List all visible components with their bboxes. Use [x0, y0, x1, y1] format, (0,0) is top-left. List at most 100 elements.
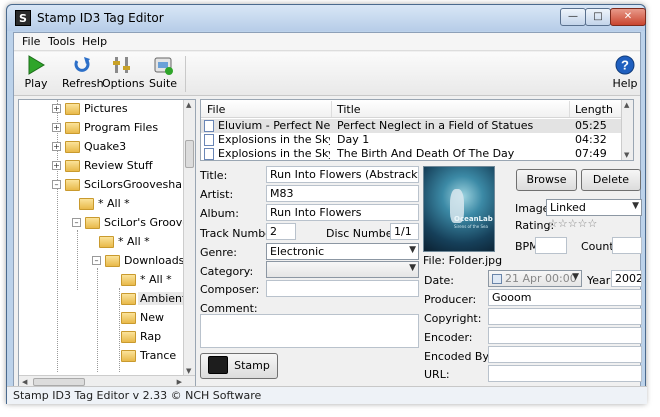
copyright-field[interactable] — [488, 308, 642, 325]
suite-icon — [154, 57, 173, 75]
file-cell: Eluvium - Perfect Neglect... — [218, 119, 330, 132]
menu-tools[interactable]: Tools — [48, 35, 75, 48]
comment-field[interactable] — [200, 314, 419, 348]
help-button[interactable]: ? Help — [612, 54, 638, 94]
maximize-button[interactable]: □ — [585, 8, 611, 26]
stamp-icon — [208, 356, 229, 374]
play-icon — [28, 55, 45, 75]
album-field[interactable]: Run Into Flowers — [266, 204, 419, 221]
options-button[interactable]: Options — [102, 54, 144, 94]
artist-label: Artist: — [200, 188, 234, 201]
help-label: Help — [612, 77, 638, 90]
suite-label: Suite — [148, 77, 178, 90]
column-title[interactable]: Title — [337, 103, 361, 116]
year-label: Year: — [587, 274, 614, 287]
stamp-button[interactable]: Stamp — [200, 353, 278, 379]
date-value: 21 Apr 00:00 — [505, 272, 577, 285]
album-cover-image[interactable]: OceanLab Sirens of the Sea — [423, 166, 495, 252]
date-label: Date: — [424, 274, 454, 287]
genre-dropdown[interactable]: Electronic ▼ — [266, 243, 419, 260]
delete-button[interactable]: Delete — [581, 169, 641, 191]
menu-file[interactable]: File — [22, 35, 40, 48]
scroll-down-icon[interactable]: ▼ — [186, 367, 191, 375]
folder-icon — [85, 217, 100, 229]
folder-icon — [99, 236, 114, 248]
scroll-thumb[interactable] — [185, 140, 194, 168]
encoder-field[interactable] — [488, 327, 642, 344]
file-list-scrollbar[interactable]: ▲ ▼ — [621, 100, 633, 160]
browse-button[interactable]: Browse — [516, 169, 577, 191]
artist-field[interactable]: M83 — [266, 185, 419, 202]
suite-button[interactable]: Suite — [148, 54, 178, 94]
expand-icon[interactable]: + — [52, 104, 61, 113]
folder-tree[interactable]: + Pictures + Program Files + Quake3 + Re… — [18, 99, 196, 389]
image-dropdown[interactable]: Linked ▼ — [546, 199, 642, 216]
file-cell: Explosions in the Sky - D... — [218, 133, 330, 146]
folder-icon — [121, 350, 136, 362]
file-list[interactable]: File Title Length Eluvium - Perfect Negl… — [200, 99, 634, 161]
folder-icon — [65, 160, 80, 172]
tree-item-label: Review Stuff — [84, 159, 153, 172]
count-field[interactable] — [612, 237, 642, 254]
composer-field[interactable] — [266, 280, 419, 297]
title-cell: Day 1 — [337, 133, 370, 146]
collapse-icon[interactable]: – — [92, 256, 101, 265]
copyright-label: Copyright: — [424, 312, 482, 325]
encoded-by-field[interactable] — [488, 346, 642, 363]
collapse-icon[interactable]: – — [72, 218, 81, 227]
title-field[interactable]: Run Into Flowers (Abstrackt Ke — [266, 166, 419, 183]
rating-stars[interactable]: ☆☆☆☆☆ — [548, 217, 597, 230]
tree-item-label: * All * — [98, 197, 130, 210]
refresh-icon — [74, 57, 90, 72]
encoder-label: Encoder: — [424, 331, 473, 344]
expand-icon[interactable]: + — [52, 142, 61, 151]
disc-number-field[interactable]: 1/1 — [390, 223, 419, 240]
folder-icon — [65, 122, 80, 134]
category-dropdown[interactable]: ▼ — [266, 261, 419, 278]
collapse-icon[interactable]: – — [52, 180, 61, 189]
table-row[interactable]: Explosions in the Sky - Th... The Birth … — [201, 147, 621, 160]
minimize-button[interactable]: — — [560, 8, 586, 26]
column-divider[interactable] — [569, 101, 570, 117]
play-label: Play — [24, 77, 48, 90]
stamp-label: Stamp — [234, 359, 270, 372]
length-cell: 07:49 — [575, 147, 607, 160]
column-length[interactable]: Length — [575, 103, 613, 116]
expand-icon[interactable]: + — [52, 161, 61, 170]
expand-icon[interactable]: + — [52, 123, 61, 132]
close-button[interactable]: ✕ — [610, 8, 646, 26]
tree-guide-line — [57, 100, 58, 372]
toolbar: Play Refresh Options Suite ? Help — [14, 52, 640, 96]
cover-filename: File: Folder.jpg — [423, 254, 503, 267]
title-bar[interactable]: S Stamp ID3 Tag Editor — □ ✕ — [7, 5, 646, 31]
column-divider[interactable] — [331, 101, 332, 117]
scroll-left-icon[interactable]: ◀ — [22, 378, 27, 386]
url-field[interactable] — [488, 365, 642, 382]
track-number-field[interactable]: 2 — [266, 223, 296, 240]
title-cell: Perfect Neglect in a Field of Statues — [337, 119, 534, 132]
menu-help[interactable]: Help — [82, 35, 107, 48]
tree-guide-line — [97, 268, 98, 372]
year-field[interactable]: 2002 — [611, 270, 642, 287]
url-label: URL: — [424, 368, 450, 381]
column-file[interactable]: File — [207, 103, 225, 116]
producer-field[interactable]: Gooom — [488, 289, 642, 306]
scroll-up-icon[interactable]: ▲ — [186, 101, 191, 109]
bpm-field[interactable] — [535, 237, 567, 254]
scroll-down-icon[interactable]: ▼ — [624, 151, 629, 159]
window-title: Stamp ID3 Tag Editor — [37, 11, 164, 25]
tree-vertical-scrollbar[interactable]: ▲ ▼ — [183, 100, 195, 376]
refresh-button[interactable]: Refresh — [62, 54, 104, 94]
genre-value: Electronic — [270, 245, 325, 258]
chevron-down-icon: ▼ — [409, 263, 416, 273]
date-picker[interactable]: 21 Apr 00:00 ▼ — [488, 270, 582, 287]
table-row[interactable]: Explosions in the Sky - D... Day 1 04:32 — [201, 133, 621, 147]
options-icon — [113, 57, 130, 73]
tree-guide-line — [119, 288, 120, 372]
table-row[interactable]: Eluvium - Perfect Neglect... Perfect Neg… — [201, 119, 621, 133]
play-button[interactable]: Play — [22, 54, 50, 94]
scroll-up-icon[interactable]: ▲ — [624, 101, 629, 109]
scroll-thumb[interactable] — [33, 378, 85, 386]
scroll-right-icon[interactable]: ▶ — [177, 378, 182, 386]
cover-brand-text: OceanLab — [454, 215, 493, 223]
